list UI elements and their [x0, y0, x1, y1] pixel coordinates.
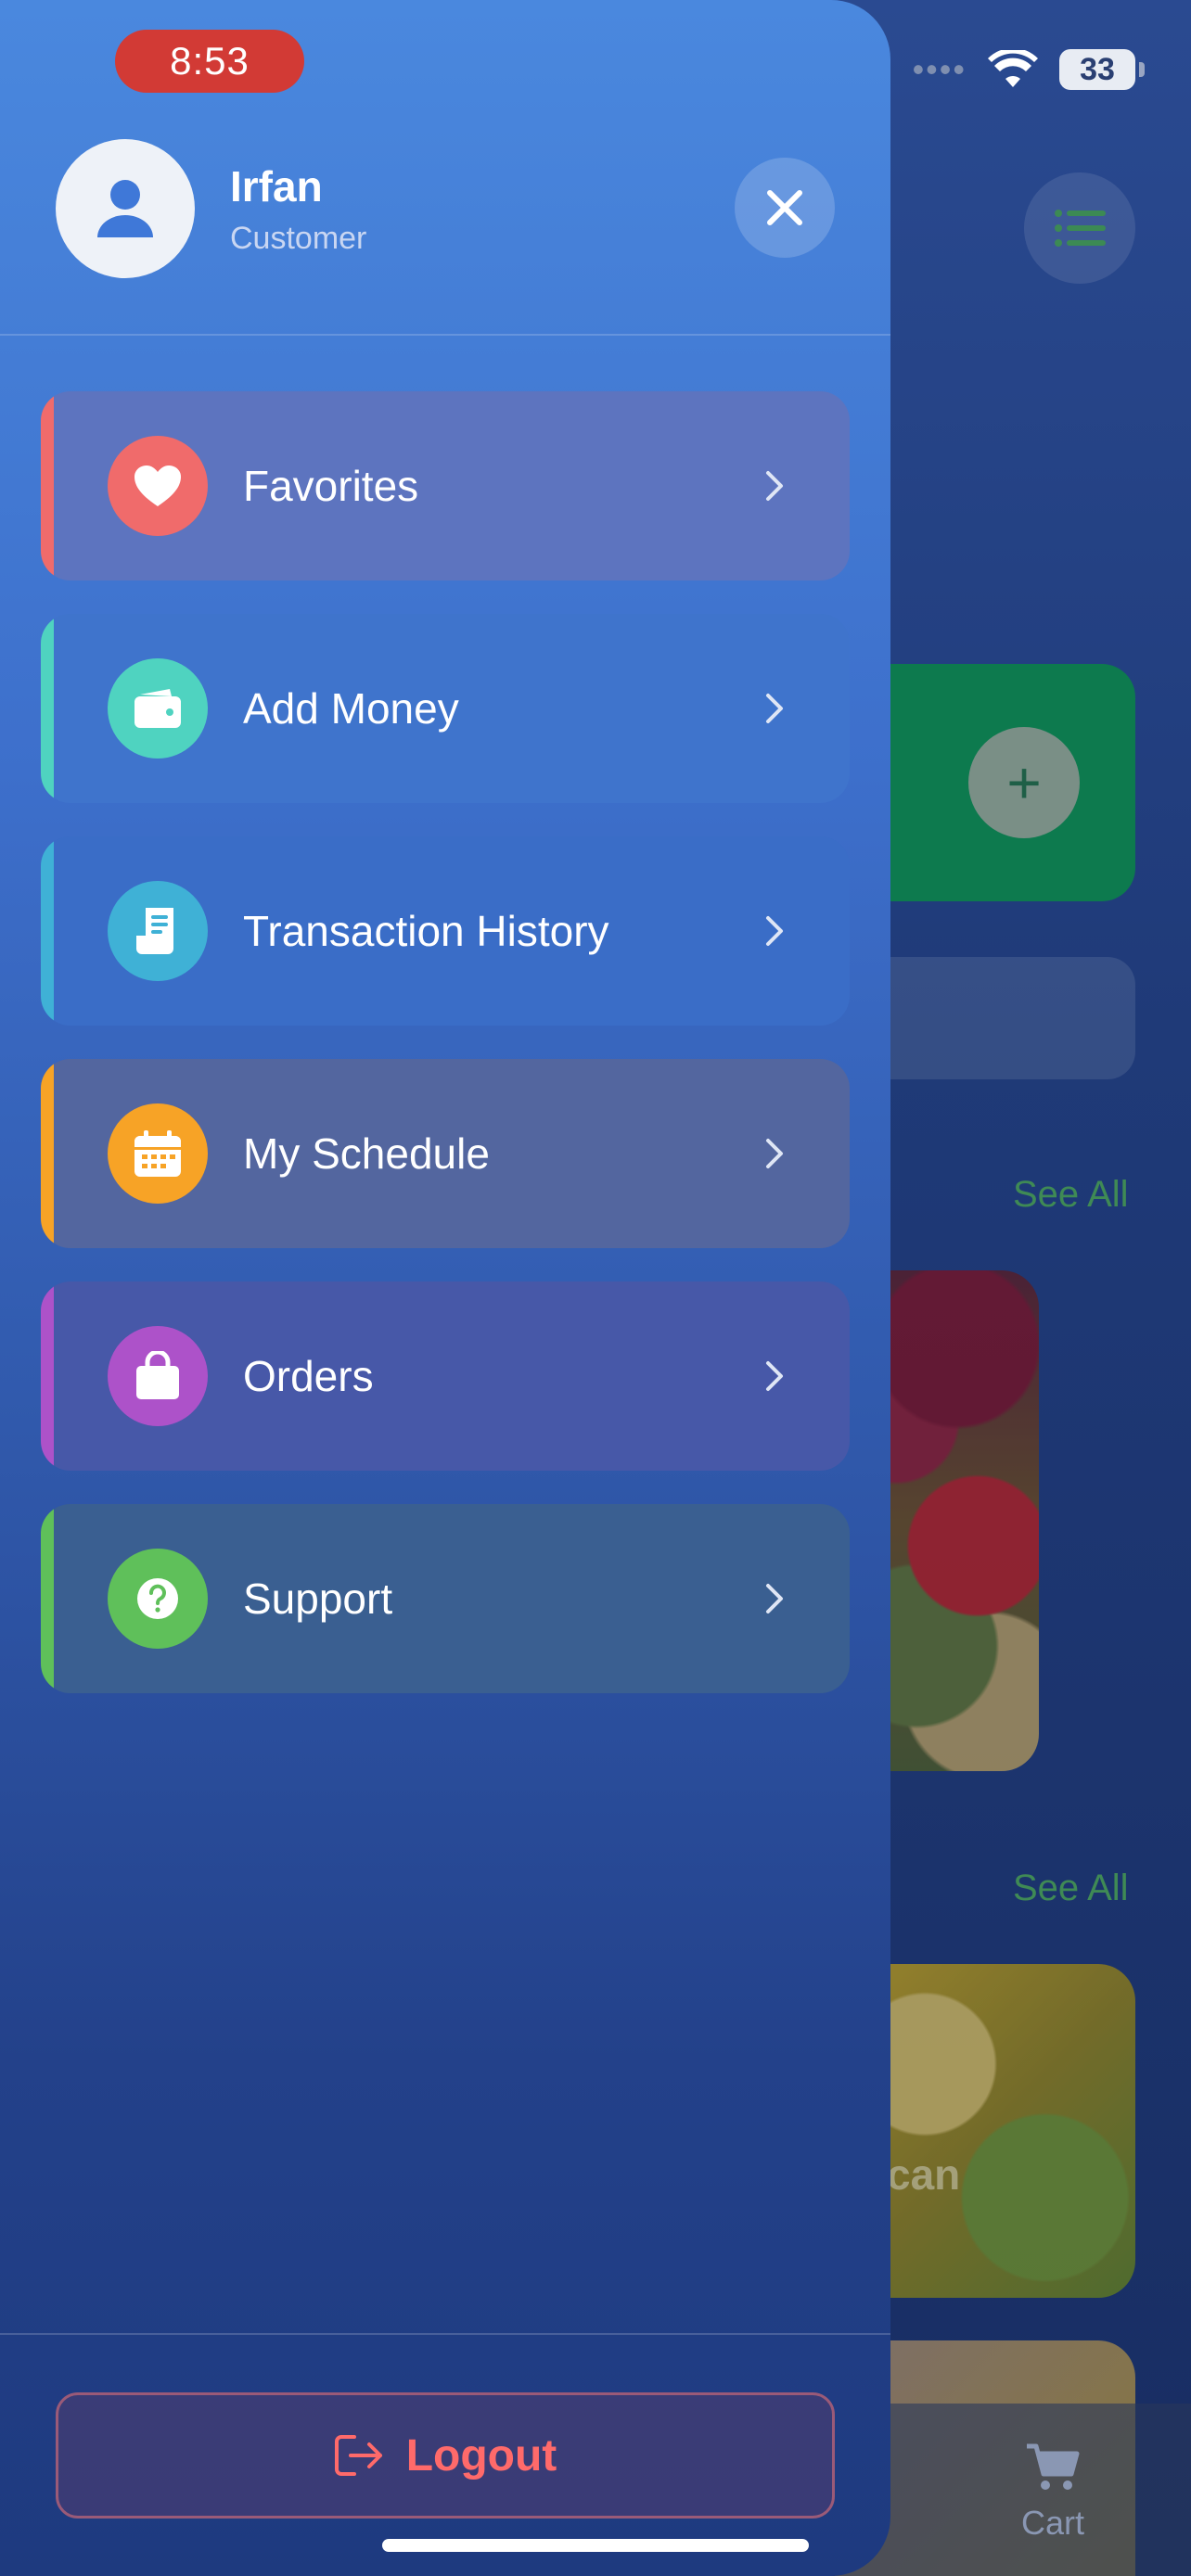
tab-cart-label: Cart [1020, 2504, 1084, 2542]
menu-item-add-money[interactable]: Add Money [41, 614, 850, 803]
chevron-right-icon [764, 1359, 785, 1393]
receipt-icon [136, 908, 173, 954]
menu-item-accent [41, 1504, 54, 1693]
list-menu-button[interactable] [1024, 172, 1135, 284]
menu-item-accent [41, 1282, 54, 1471]
home-indicator [382, 2539, 809, 2552]
chevron-right-icon [764, 1137, 785, 1170]
menu-item-support[interactable]: Support [41, 1504, 850, 1693]
see-all-link[interactable]: See All [1013, 1174, 1129, 1216]
menu-item-label: My Schedule [243, 1129, 490, 1178]
menu-item-accent [41, 391, 54, 580]
chevron-right-icon [764, 469, 785, 503]
status-time: 8:53 [115, 30, 304, 93]
menu-item-favorites[interactable]: Favorites [41, 391, 850, 580]
help-circle-icon [137, 1578, 178, 1619]
add-funds-button[interactable]: + [968, 727, 1080, 838]
menu-item-icon-wrap [108, 1103, 208, 1204]
profile-name: Irfan [230, 161, 323, 210]
menu-item-accent [41, 614, 54, 803]
menu-item-label: Support [243, 1575, 393, 1623]
menu-item-label: Transaction History [243, 907, 609, 955]
menu-item-accent [41, 1059, 54, 1248]
menu-item-my-schedule[interactable]: My Schedule [41, 1059, 850, 1248]
restaurant-card-label: can [887, 2150, 961, 2199]
menu-item-icon-wrap [108, 436, 208, 536]
close-icon [767, 190, 802, 225]
menu-item-icon-wrap [108, 1549, 208, 1649]
profile-role: Customer [230, 220, 367, 256]
menu-item-orders[interactable]: Orders [41, 1282, 850, 1471]
signal-dots-icon: •••• [912, 50, 967, 88]
avatar [56, 139, 195, 278]
calendar-icon [134, 1130, 181, 1177]
logout-button[interactable]: Logout [56, 2392, 835, 2519]
chevron-right-icon [764, 692, 785, 725]
wifi-icon [988, 50, 1038, 87]
cart-icon [1027, 2443, 1080, 2490]
divider [0, 2333, 890, 2335]
menu-item-icon-wrap [108, 658, 208, 759]
battery-indicator: 33 [1059, 49, 1145, 90]
wallet-icon [134, 689, 181, 728]
menu-item-icon-wrap [108, 881, 208, 981]
logout-icon [334, 2435, 382, 2476]
menu-item-accent [41, 836, 54, 1026]
logout-label: Logout [405, 2430, 557, 2480]
profile-header: Irfan Customer [56, 139, 366, 278]
side-drawer: 8:53 Irfan Customer Favorites Add Money … [0, 0, 890, 2576]
user-icon [97, 180, 153, 237]
list-icon [1055, 210, 1106, 247]
shopping-bag-icon [136, 1351, 179, 1399]
tab-cart[interactable]: Cart [1011, 2442, 1095, 2543]
close-drawer-button[interactable] [735, 158, 835, 258]
plus-icon: + [1006, 749, 1042, 816]
status-bar-right: •••• 33 [912, 37, 1145, 102]
divider [0, 334, 890, 336]
menu-item-transaction-history[interactable]: Transaction History [41, 836, 850, 1026]
menu-item-icon-wrap [108, 1326, 208, 1426]
menu-item-label: Favorites [243, 462, 419, 510]
menu-item-label: Add Money [243, 684, 459, 733]
drawer-menu: Favorites Add Money Transaction History … [41, 391, 850, 1727]
chevron-right-icon [764, 914, 785, 948]
see-all-link-2[interactable]: See All [1013, 1868, 1129, 1909]
menu-item-label: Orders [243, 1352, 374, 1400]
chevron-right-icon [764, 1582, 785, 1615]
heart-icon [134, 465, 181, 506]
